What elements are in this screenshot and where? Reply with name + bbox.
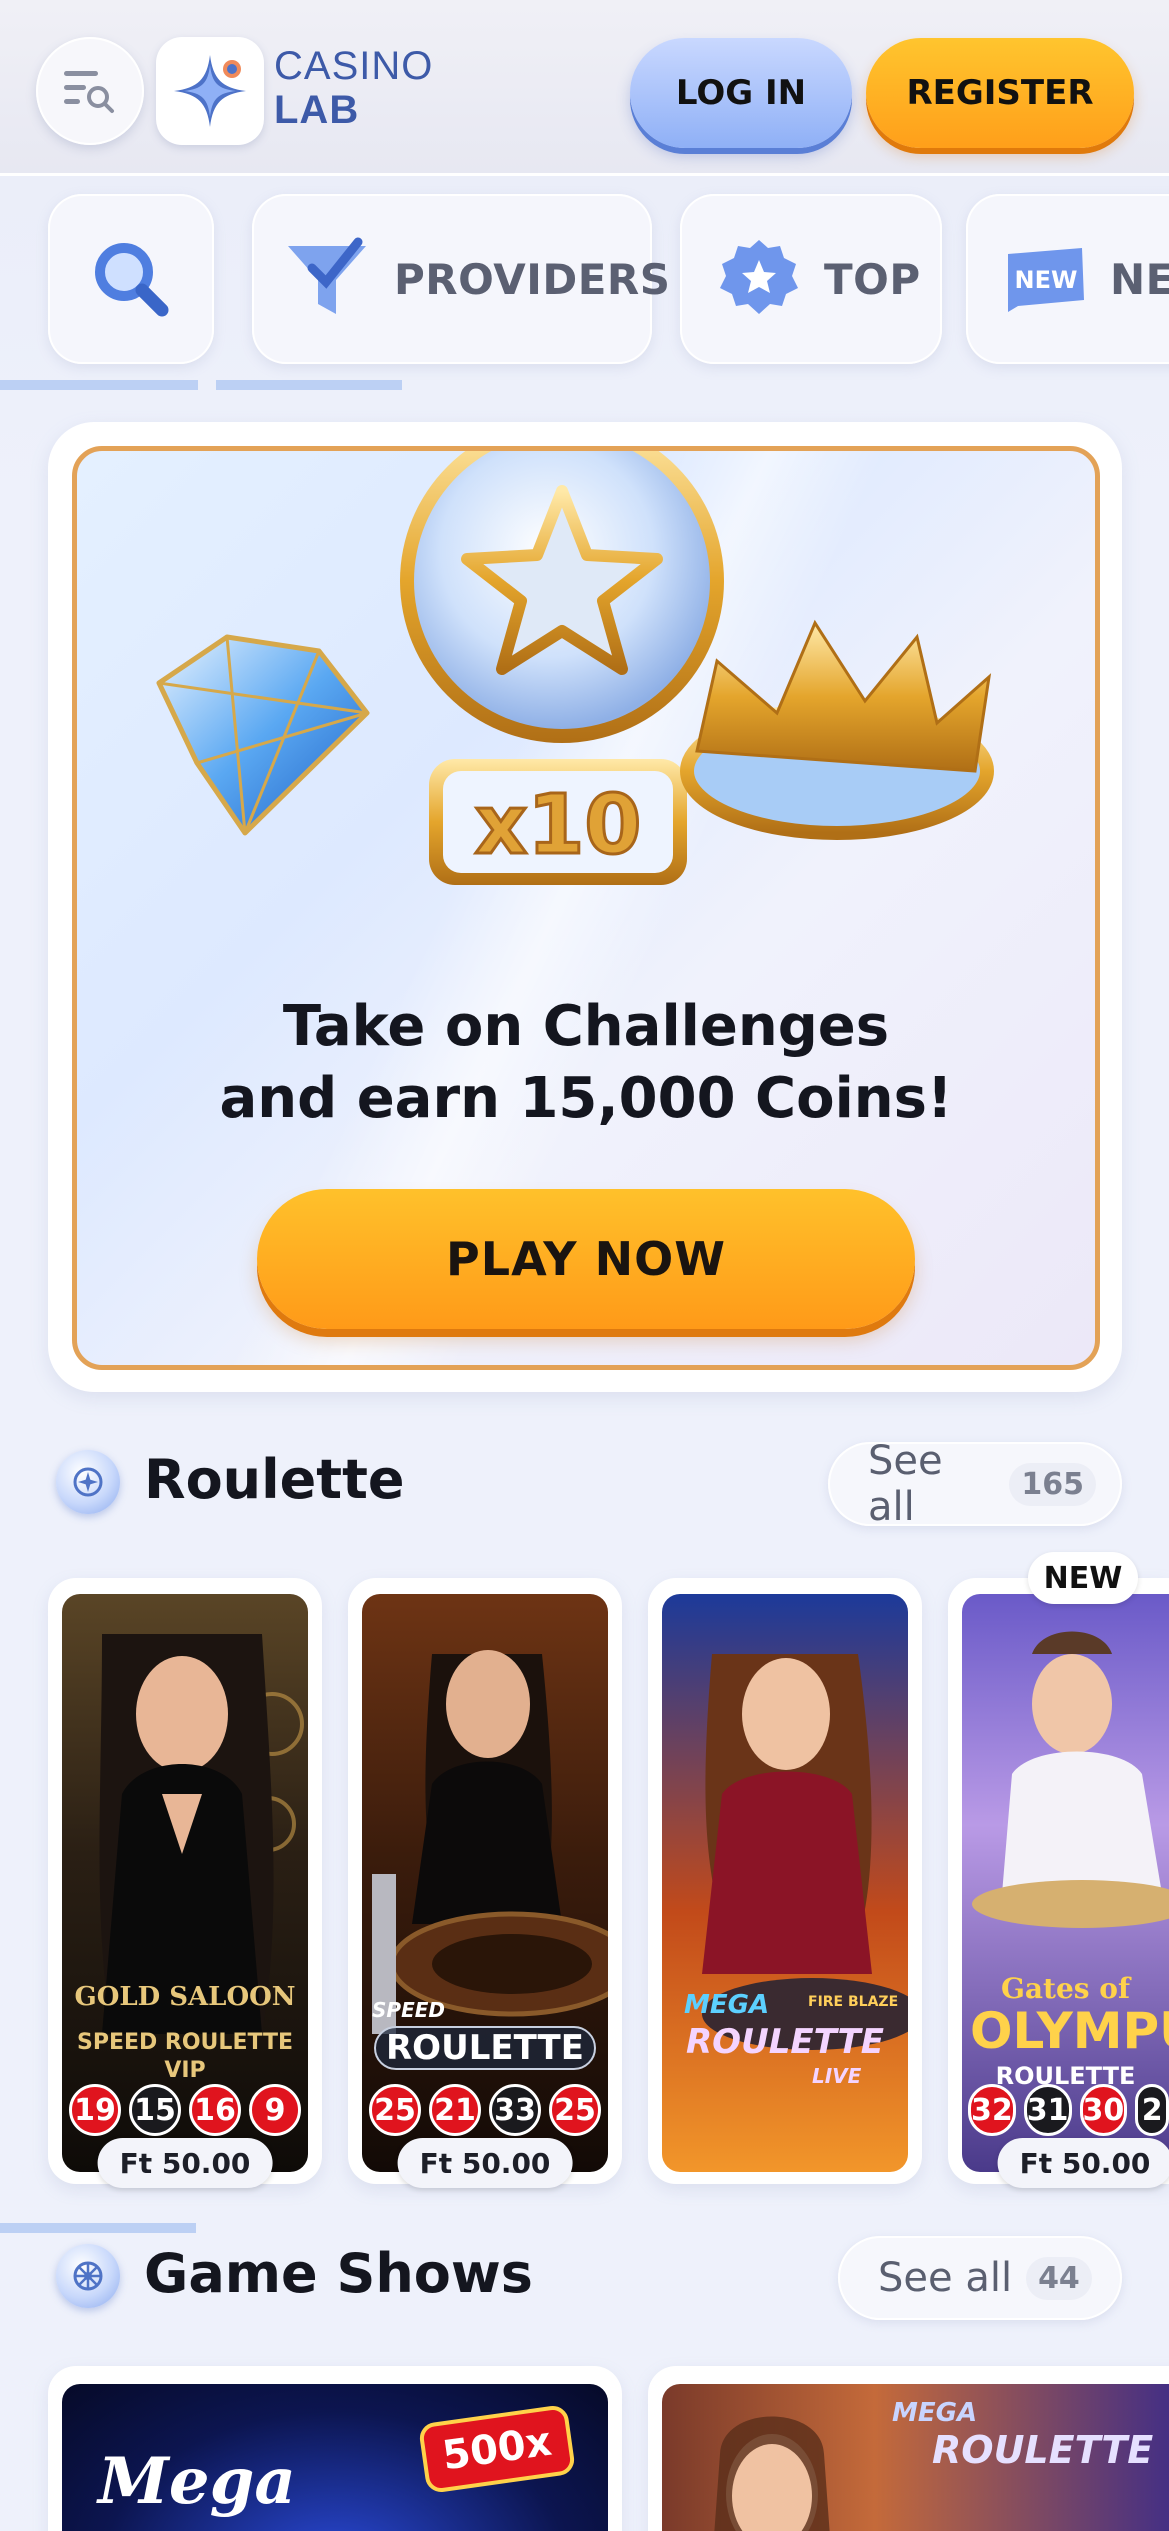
recent-numbers: 25 21 33 25 (362, 2084, 608, 2136)
category-search[interactable] (48, 194, 214, 364)
result-number: 9 (249, 2084, 301, 2136)
game-thumbnail: MEGA FIRE BLAZE ROULETTE LIVE (662, 1594, 908, 2172)
game-card-mega-roulette[interactable]: Mega 500x (48, 2366, 622, 2531)
game-card-gates-of-olympus-roulette[interactable]: Gates of OLYMPU ROULETTE 32 31 30 2 Ft 5… (948, 1578, 1169, 2188)
new-badge: NEW (1028, 1552, 1138, 1604)
see-all-label: See all (868, 1438, 943, 1530)
banner-headline-line-1: Take on Challenges (282, 994, 890, 1059)
register-button[interactable]: REGISTER (866, 38, 1134, 148)
funnel-icon (288, 237, 366, 314)
game-card-mega-fire-blaze-roulette[interactable]: MEGA FIRE BLAZE ROULETTE LIVE (648, 1578, 922, 2184)
result-number: 33 (489, 2084, 541, 2136)
banner-illustration: x10 (156, 451, 994, 885)
game-thumbnail: Mega 500x (62, 2384, 608, 2531)
see-all-count: 44 (1026, 2256, 1092, 2300)
multiplier-text: x10 (474, 778, 641, 873)
compass-icon (73, 1467, 103, 1497)
game-title-line-1: MEGA (684, 1990, 770, 2020)
min-bet-price: Ft 50.00 (97, 2138, 273, 2188)
see-all-count: 165 (1009, 1462, 1096, 1506)
roulette-see-all-button[interactable]: See all 165 (828, 1438, 1122, 1530)
brand-line-2: LAB (274, 88, 360, 132)
play-now-button[interactable]: PLAY NOW (257, 1189, 915, 1329)
banner-headline-line-2: and earn 15,000 Coins! (219, 1066, 953, 1131)
result-number: 32 (968, 2084, 1016, 2136)
result-number: 25 (369, 2084, 421, 2136)
diamond-icon (156, 634, 370, 836)
category-new-label: NE (1110, 254, 1169, 304)
game-title-line-2: OLYMPU (970, 2002, 1169, 2060)
category-new[interactable]: NEW NE (966, 194, 1169, 364)
game-thumbnail: SPEED ROULETTE 25 21 33 25 (362, 1594, 608, 2172)
brand-line-1: CASINO (274, 44, 434, 88)
roulette-section-icon (56, 1450, 120, 1514)
star-coin-icon (400, 451, 724, 743)
banner-headline: Take on Challenges and earn 15,000 Coins… (77, 991, 1095, 1135)
game-shows-section-header: Game Shows See all 44 (52, 2230, 1122, 2320)
result-number: 21 (429, 2084, 481, 2136)
result-number: 16 (189, 2084, 241, 2136)
new-tag-icon: NEW (1008, 248, 1084, 312)
game-title: Mega (98, 2444, 296, 2519)
game-thumbnail: GOLD SALOON SPEED ROULETTE VIP 19 15 16 … (62, 1594, 308, 2172)
game-shows-section-title: Game Shows (144, 2242, 533, 2305)
game-title-line-1: GOLD SALOON (74, 1982, 296, 2012)
roulette-section-header: Roulette See all 165 (52, 1436, 1122, 1530)
roulette-section-title: Roulette (144, 1448, 405, 1511)
game-title-line-2: SPEED ROULETTE (76, 2030, 294, 2055)
multiplier-plaque: x10 (429, 759, 687, 885)
see-all-label: See all (878, 2255, 1013, 2301)
wheel-icon (73, 2261, 103, 2291)
scroll-indicator-active (216, 380, 402, 390)
category-top[interactable]: TOP (680, 194, 942, 364)
game-title-line-4: LIVE (812, 2064, 862, 2088)
category-providers[interactable]: PROVIDERS (252, 194, 670, 364)
category-top-label: TOP (824, 254, 921, 304)
category-providers-label: PROVIDERS (394, 254, 671, 304)
scroll-indicator (0, 380, 198, 390)
multiplier-badge: 500x (417, 2403, 577, 2495)
game-thumbnail: MEGA ROULETTE (662, 2384, 1169, 2531)
game-thumbnail: Gates of OLYMPU ROULETTE 32 31 30 2 (962, 1594, 1169, 2172)
game-title-line-3: ROULETTE (686, 2022, 884, 2062)
search-icon (95, 243, 169, 317)
dealer-illustration (702, 1654, 908, 2050)
game-title-line-1: MEGA (892, 2398, 978, 2428)
result-number: 30 (1079, 2084, 1128, 2136)
game-title-line-1: Gates of (1000, 1972, 1131, 2005)
result-number: 25 (549, 2084, 601, 2136)
result-number: 2 (1135, 2084, 1169, 2136)
game-title-line-2: ROULETTE (374, 2026, 596, 2070)
game-title-line-3: VIP (164, 2058, 206, 2083)
game-shows-section-icon (56, 2244, 120, 2308)
casino-lab-star-logo (174, 55, 246, 127)
crown-icon (680, 619, 994, 840)
recent-numbers: 19 15 16 9 (62, 2084, 308, 2136)
game-card-gold-saloon[interactable]: GOLD SALOON SPEED ROULETTE VIP 19 15 16 … (48, 1578, 322, 2188)
game-title-line-2: ROULETTE (932, 2428, 1154, 2472)
game-shows-see-all-button[interactable]: See all 44 (838, 2236, 1122, 2320)
min-bet-price: Ft 50.00 (997, 2138, 1169, 2188)
min-bet-price: Ft 50.00 (397, 2138, 573, 2188)
promo-banner[interactable]: x10 Take on Challenges and earn 15,000 C… (72, 446, 1100, 1370)
result-number: 19 (69, 2084, 121, 2136)
game-card-mega-roulette-live[interactable]: MEGA ROULETTE (648, 2366, 1169, 2531)
svg-text:NEW: NEW (1015, 266, 1078, 294)
game-card-speed-roulette[interactable]: SPEED ROULETTE 25 21 33 25 Ft 50.00 (348, 1578, 622, 2188)
top-header: CASINO LAB LOG IN REGISTER (0, 0, 1169, 176)
result-number: 31 (1023, 2084, 1072, 2136)
category-nav: PROVIDERS TOP NEW NE (0, 180, 1169, 390)
menu-button[interactable] (36, 37, 144, 145)
recent-numbers: 32 31 30 2 (962, 2084, 1169, 2136)
menu-search-icon (64, 71, 114, 113)
star-badge-icon (720, 240, 798, 314)
logo-tile[interactable] (156, 37, 264, 145)
game-title-line-2: FIRE BLAZE (808, 1994, 899, 2010)
login-button[interactable]: LOG IN (630, 38, 852, 148)
game-title-line-1: SPEED (372, 1998, 445, 2022)
page: CASINO LAB LOG IN REGISTER PROVIDERS TOP… (0, 0, 1169, 2531)
result-number: 15 (129, 2084, 181, 2136)
brand-wordmark[interactable]: CASINO LAB (274, 44, 433, 132)
